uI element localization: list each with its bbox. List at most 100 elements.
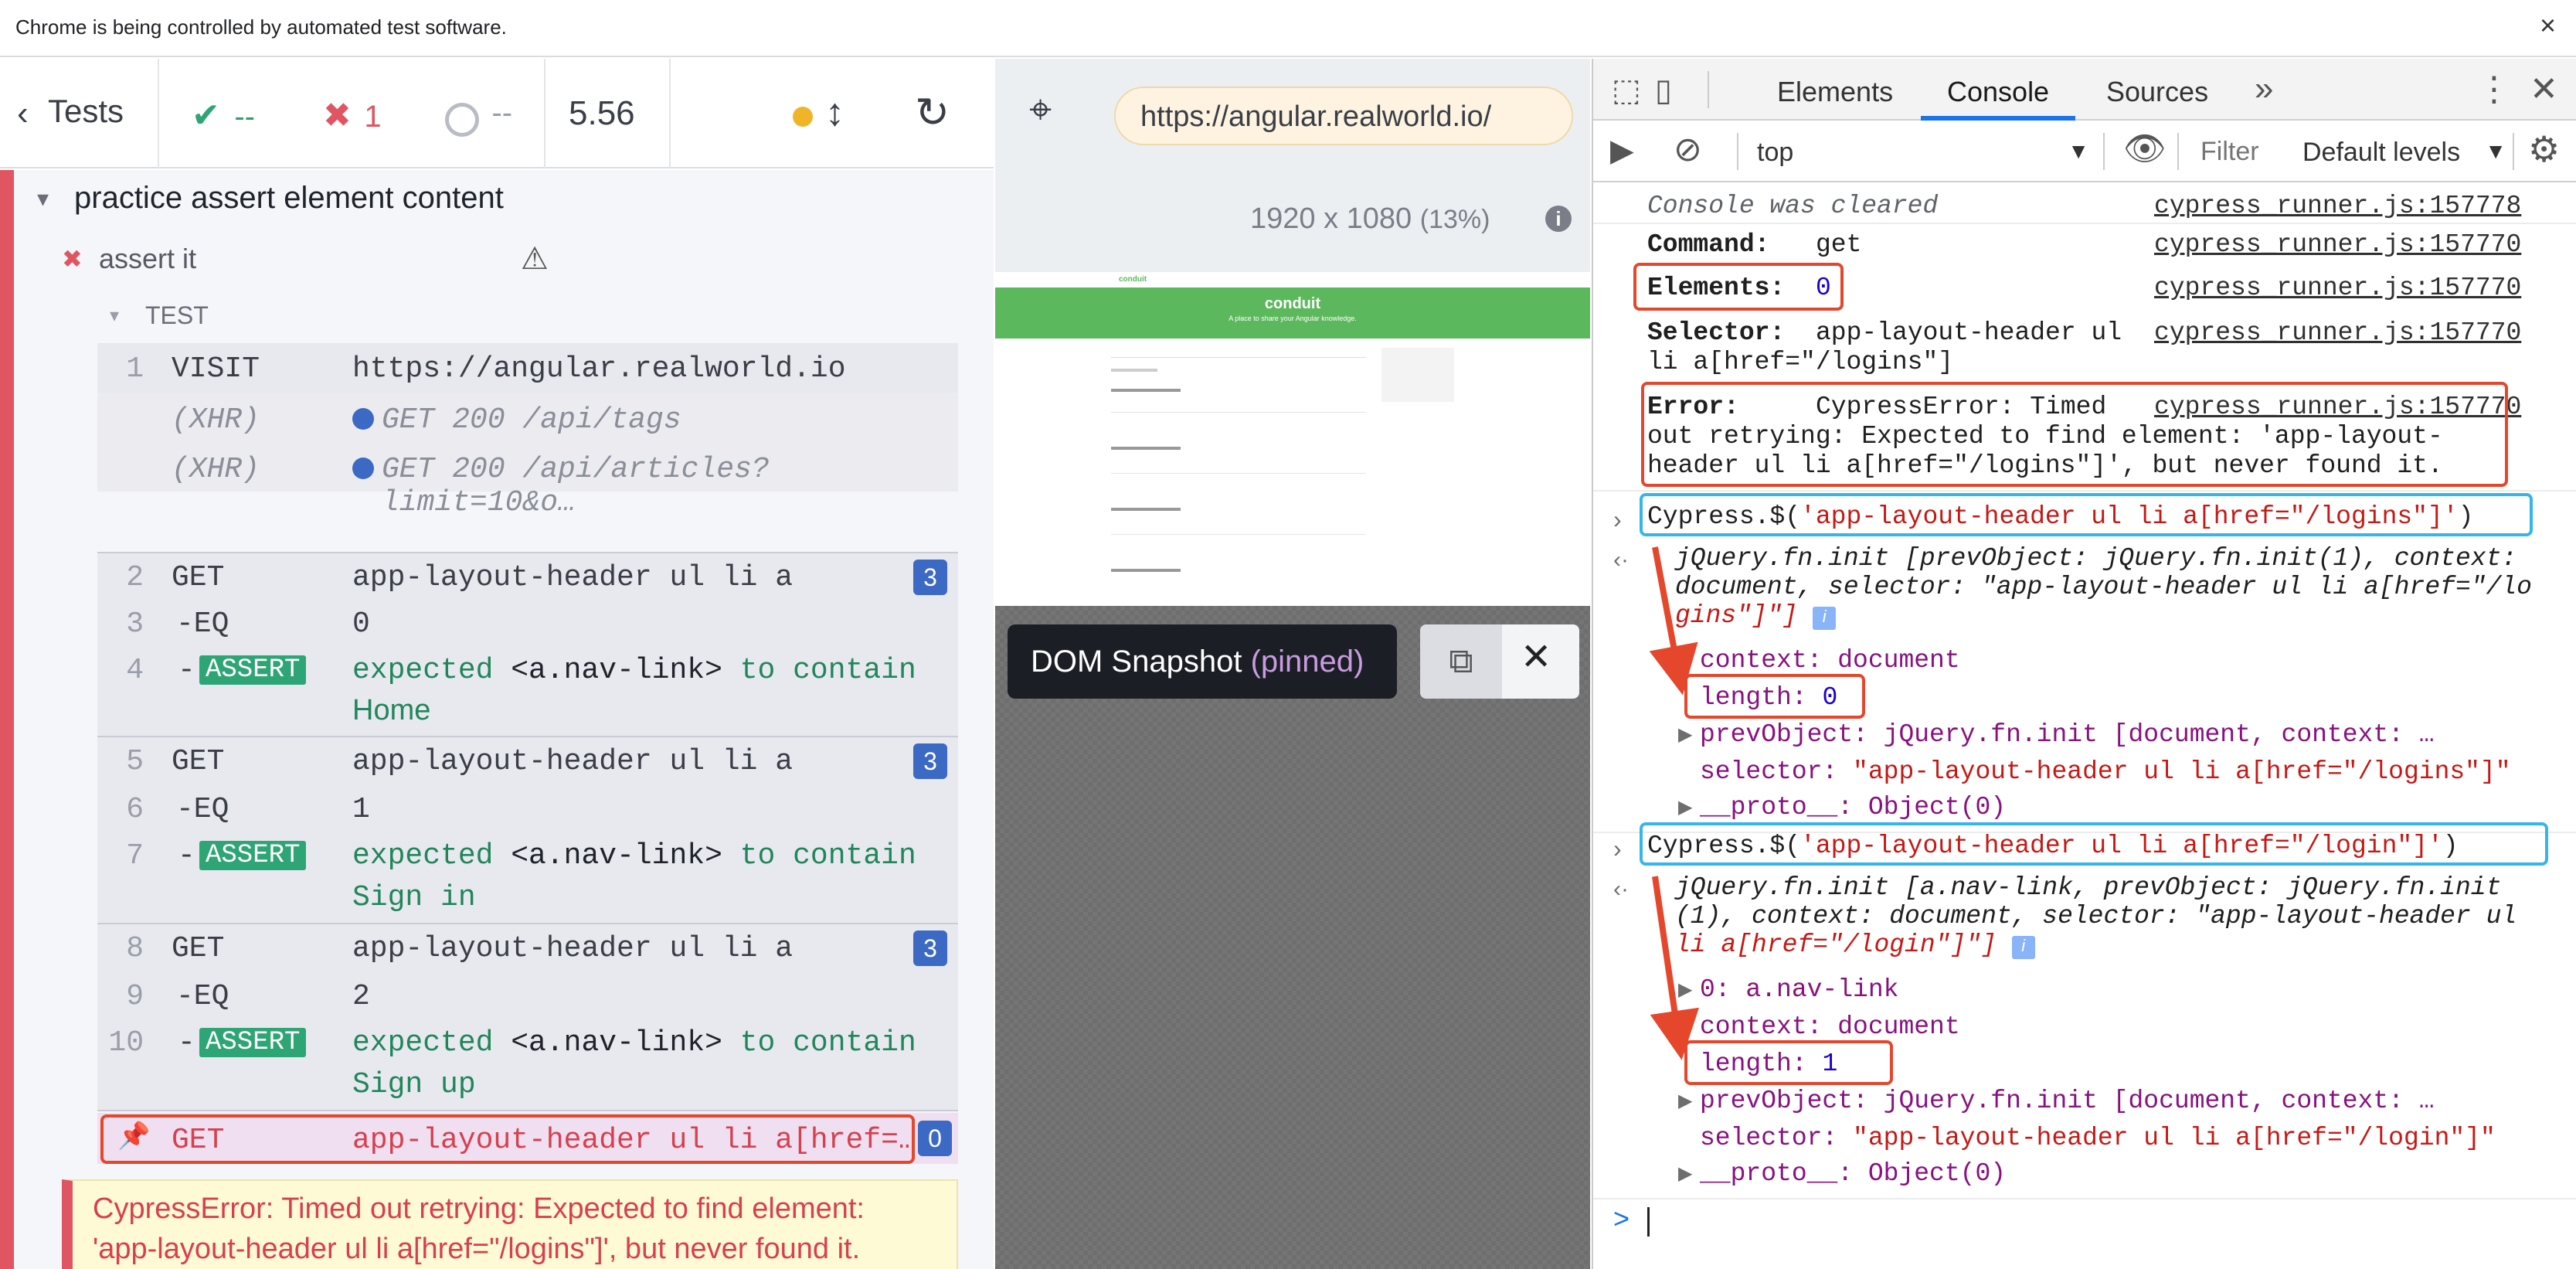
count-badge: 0 (918, 1121, 952, 1156)
resize-arrows-icon[interactable]: ↕ (825, 90, 845, 134)
tab-console[interactable]: Console (1947, 76, 2049, 108)
result-object[interactable]: jQuery.fn.init [prevObject: jQuery.fn.in… (1675, 544, 2571, 630)
device-toggle-icon[interactable]: ▯ (1655, 73, 1672, 108)
command-row[interactable]: 10 - ASSERT expected <a.nav-link> to con… (97, 1020, 958, 1110)
annotation-box (1640, 822, 2548, 866)
preview-header: ⌖ https://angular.realworld.io/ 1920 x 1… (995, 59, 1590, 270)
console-prompt-input[interactable] (1647, 1204, 2559, 1243)
property-prevobject[interactable]: prevObject: jQuery.fn.init [document, co… (1700, 1087, 2435, 1115)
x-icon: ✖ (323, 97, 352, 134)
annotation-box (1684, 1040, 1893, 1085)
duration: 5.56 (569, 94, 635, 132)
command-row[interactable]: 3 -EQ 0 (97, 600, 958, 648)
app-tags (1381, 348, 1454, 402)
devtools-tabbar: ⬚ ▯ Elements Console Sources » ⋮ ✕ (1593, 59, 2576, 121)
source-link[interactable]: cypress_runner.js:157778 (2154, 192, 2521, 220)
command-row[interactable]: 8 GET app-layout-header ul li a 3 (97, 924, 958, 972)
command-row[interactable]: (XHR) GET 200 /api/articles?limit=10&o… (97, 442, 958, 519)
console-message: Console was cleared cypress_runner.js:15… (1593, 185, 2576, 224)
passed-count: ✔ -- (192, 97, 255, 134)
property-proto[interactable]: __proto__: Object(0) (1700, 793, 2006, 822)
input-chevron-icon: › (1613, 835, 1622, 862)
warning-icon: ⚠ (521, 242, 549, 276)
command-row[interactable]: (XHR) GET 200 /api/tags (97, 393, 958, 442)
pending-count: -- (445, 96, 512, 137)
test-fail-icon: ✖ (62, 245, 83, 273)
snapshot-controls: ⧉ ✕ (1420, 624, 1579, 699)
clear-console-icon[interactable]: ⊘ (1674, 130, 1702, 169)
app-brand: conduit (1119, 275, 1147, 284)
assert-badge: ASSERT (199, 655, 307, 685)
tab-sources[interactable]: Sources (2106, 76, 2208, 108)
annotation-box (1641, 382, 2508, 487)
count-badge: 3 (913, 743, 947, 779)
spinner-icon (445, 102, 479, 137)
close-icon[interactable]: × (2540, 9, 2556, 42)
failed-count: ✖ 1 (323, 97, 382, 134)
command-row[interactable]: 7 - ASSERT expected <a.nav-link> to cont… (97, 833, 958, 923)
command-row[interactable]: 2 GET app-layout-header ul li a 3 (97, 553, 958, 600)
aut-preview: ⌖ https://angular.realworld.io/ 1920 x 1… (995, 59, 1590, 1269)
collapse-caret-icon[interactable]: ▾ (37, 185, 49, 213)
fail-strip (0, 170, 14, 1269)
command-row[interactable]: 6 -EQ 1 (97, 784, 958, 833)
dropdown-arrow-icon: ▼ (2068, 139, 2089, 163)
expand-triangle-icon[interactable]: ▶ (1678, 796, 1692, 818)
devtools-panel: ⬚ ▯ Elements Console Sources » ⋮ ✕ ▶ ⊘ t… (1592, 59, 2576, 1269)
result-arrow-icon: ‹· (1613, 547, 1629, 573)
dom-snapshot-label: DOM Snapshot (pinned) (1008, 624, 1397, 699)
snapshot-backdrop (995, 606, 1590, 1269)
result-arrow-icon: ‹· (1613, 876, 1629, 902)
section-label: TEST (145, 301, 209, 329)
tab-elements[interactable]: Elements (1777, 76, 1893, 108)
source-link[interactable]: cypress_runner.js:157770 (2154, 230, 2521, 259)
expand-triangle-icon[interactable]: ▶ (1678, 978, 1692, 1001)
result-object[interactable]: jQuery.fn.init [a.nav-link, prevObject: … (1675, 873, 2571, 959)
error-message: CypressError: Timed out retrying: Expect… (62, 1179, 958, 1269)
count-badge: 3 (913, 930, 947, 966)
app-hero: conduit A place to share your Angular kn… (995, 287, 1590, 339)
inspect-element-icon[interactable]: ⬚ (1612, 73, 1641, 108)
console-filter-input[interactable] (2188, 131, 2289, 172)
command-row[interactable]: 4 - ASSERT expected <a.nav-link> to cont… (97, 648, 958, 736)
xhr-dot-icon (352, 408, 374, 430)
property-prevobject[interactable]: prevObject: jQuery.fn.init [document, co… (1700, 720, 2435, 749)
sidebar-toggle-icon[interactable]: ▶ (1610, 133, 1634, 168)
property-zero[interactable]: 0: a.nav-link (1700, 975, 1898, 1004)
more-tabs-icon[interactable]: » (2255, 70, 2273, 108)
expand-triangle-icon[interactable]: ▶ (1678, 1090, 1692, 1112)
command-row[interactable]: 5 GET app-layout-header ul li a 3 (97, 737, 958, 784)
source-link[interactable]: cypress_runner.js:157770 (2154, 274, 2521, 302)
status-dot-icon (793, 107, 813, 127)
expand-triangle-icon[interactable]: ▶ (1678, 723, 1692, 746)
info-icon[interactable]: i (1545, 206, 1572, 232)
log-levels-dropdown[interactable]: Default levels ▼ (2302, 128, 2506, 175)
info-badge-icon: i (2011, 936, 2035, 959)
console-settings-gear-icon[interactable]: ⚙ (2528, 128, 2560, 170)
rerun-icon[interactable]: ↻ (915, 88, 950, 137)
property-context: context: document (1700, 1012, 1960, 1041)
context-select[interactable]: top ▼ (1757, 128, 2089, 175)
suite-title[interactable]: practice assert element content (74, 181, 504, 216)
property-proto[interactable]: __proto__: Object(0) (1700, 1159, 2006, 1188)
kebab-menu-icon[interactable]: ⋮ (2477, 70, 2511, 109)
test-title[interactable]: assert it (99, 243, 196, 275)
source-link[interactable]: cypress_runner.js:157770 (2154, 318, 2521, 347)
url-bar[interactable]: https://angular.realworld.io/ (1114, 87, 1573, 145)
annotation-box (100, 1114, 915, 1164)
assert-badge: ASSERT (199, 1028, 307, 1057)
expand-triangle-icon[interactable]: ▶ (1678, 1162, 1692, 1185)
property-selector: selector: "app-layout-header ul li a[hre… (1700, 1124, 2496, 1152)
command-row[interactable]: 9 -EQ 2 (97, 972, 958, 1020)
live-expression-eye-icon[interactable]: 👁 (2123, 128, 2166, 168)
unpin-close-icon[interactable]: ✕ (1521, 635, 1551, 679)
selector-playground-icon[interactable]: ⌖ (1029, 87, 1052, 134)
highlight-toggle-icon[interactable]: ⧉ (1420, 624, 1502, 699)
app-feed (1111, 349, 1366, 597)
dropdown-arrow-icon: ▼ (2485, 139, 2506, 163)
close-devtools-icon[interactable]: ✕ (2530, 70, 2558, 109)
annotation-box (1684, 674, 1865, 719)
command-row[interactable]: 1 VISIT https://angular.realworld.io (97, 343, 958, 393)
annotation-box (1640, 493, 2533, 536)
viewport-size: 1920 x 1080 (13%) (1250, 202, 1490, 235)
